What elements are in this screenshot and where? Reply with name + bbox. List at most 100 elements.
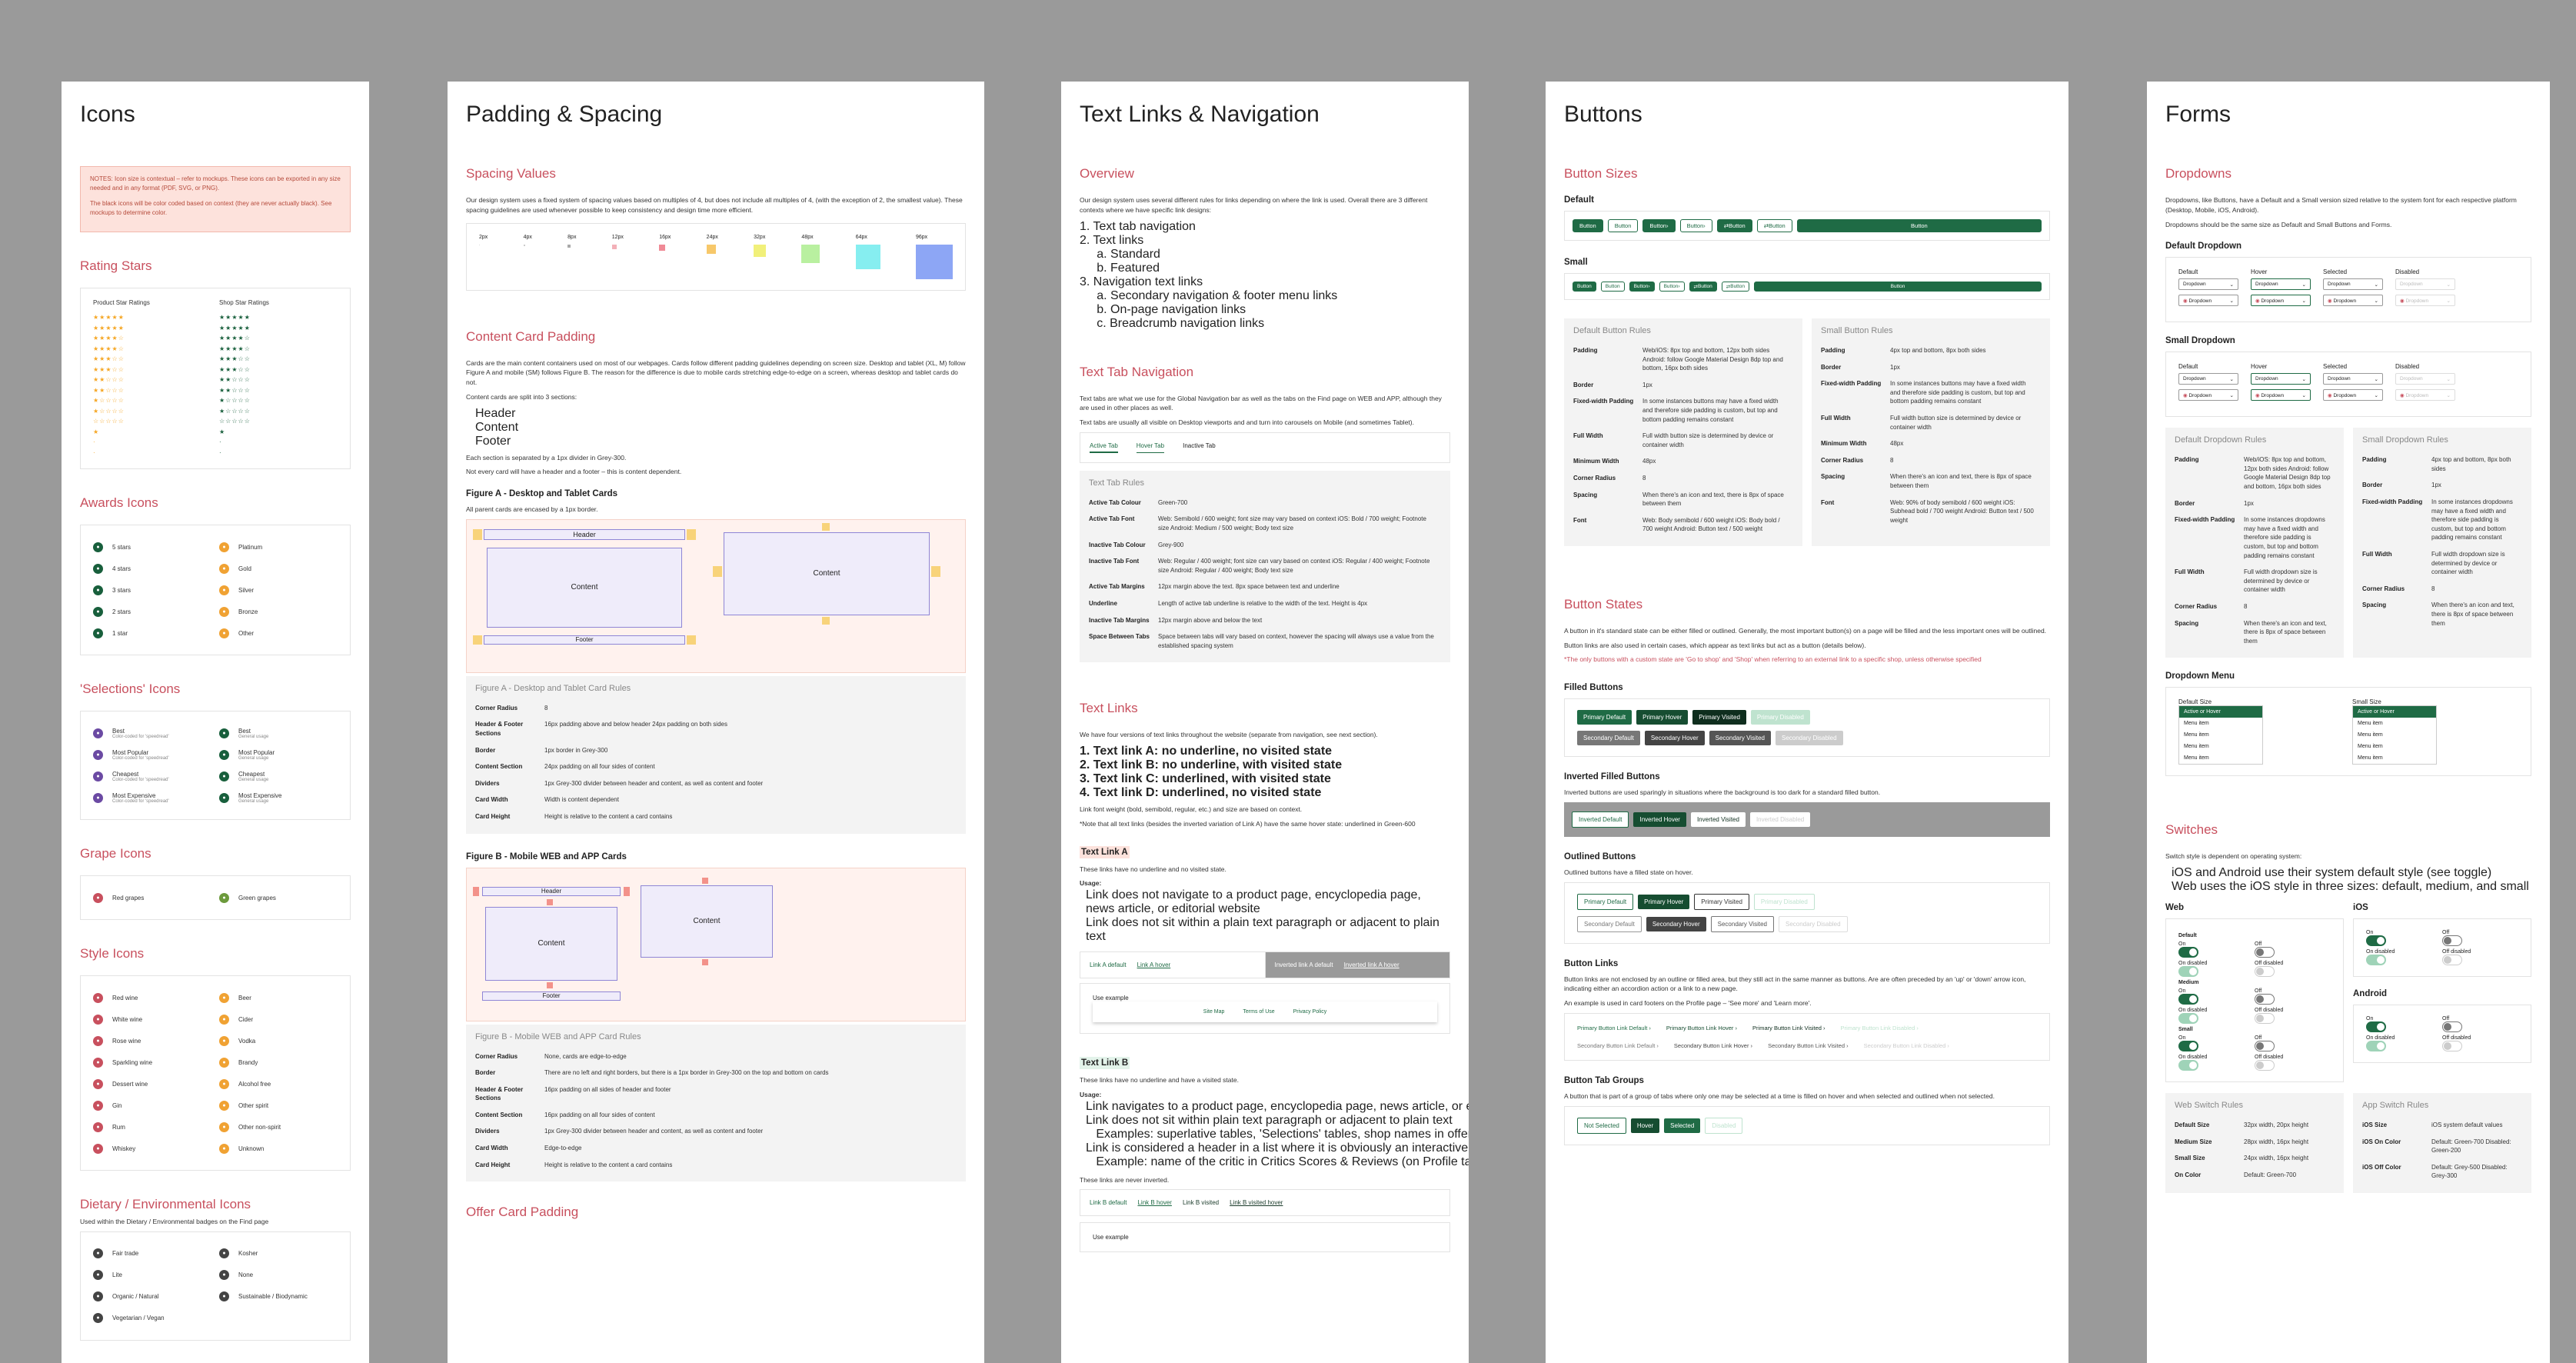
dropdown-select[interactable]: Dropdown ⌄ (2323, 373, 2383, 385)
sample-button[interactable]: ⇄ Button (1689, 282, 1717, 292)
toggle-switch[interactable] (2255, 966, 2275, 978)
button-link[interactable]: Secondary Button Link Default › (1577, 1042, 1659, 1049)
dropdown-select[interactable]: Dropdown ⌄ (2395, 278, 2455, 291)
sample-button[interactable]: Button (1573, 282, 1596, 292)
button-link[interactable]: Secondary Button Link Visited › (1768, 1042, 1849, 1049)
toggle-switch[interactable] (2366, 1041, 2386, 1052)
state-button[interactable]: Primary Hover (1636, 710, 1689, 725)
toggle-switch[interactable] (2178, 1041, 2198, 1052)
state-button[interactable]: Secondary Hover (1644, 731, 1705, 746)
dropdown-select[interactable]: ◉ Dropdown ⌄ (2178, 295, 2238, 307)
dropdown-select[interactable]: Dropdown ⌄ (2251, 373, 2311, 385)
dropdown-select[interactable]: ◉ Dropdown ⌄ (2251, 295, 2311, 307)
state-button[interactable]: Disabled (1705, 1117, 1743, 1134)
state-button[interactable]: Primary Visited (1692, 710, 1746, 725)
menu-item[interactable]: Menu item (2179, 718, 2262, 729)
menu-item[interactable]: Menu item (2353, 741, 2436, 752)
sample-button[interactable]: Button › (1629, 282, 1655, 292)
sample-button[interactable]: Button (1600, 282, 1625, 292)
link-a-hover[interactable]: Link A hover (1137, 961, 1171, 968)
state-button[interactable]: Inverted Default (1572, 811, 1629, 828)
state-button[interactable]: Primary Disabled (1753, 893, 1815, 910)
menu-item[interactable]: Menu item (2353, 718, 2436, 729)
sample-button[interactable]: Button › (1642, 219, 1676, 232)
full-width-button[interactable]: Button (1796, 219, 2042, 232)
menu-item[interactable]: Menu item (2353, 752, 2436, 764)
state-button[interactable]: Not Selected (1577, 1117, 1626, 1134)
sample-button[interactable]: Button › (1679, 219, 1712, 232)
toggle-switch[interactable] (2255, 1013, 2275, 1025)
full-width-button[interactable]: Button (1754, 282, 2042, 292)
dropdown-select[interactable]: Dropdown ⌄ (2395, 373, 2455, 385)
state-button[interactable]: Inverted Visited (1690, 811, 1746, 827)
sample-button[interactable]: Button (1573, 219, 1603, 232)
sample-button[interactable]: Button › (1659, 282, 1685, 292)
dropdown-select[interactable]: Dropdown ⌄ (2251, 278, 2311, 291)
menu-item[interactable]: Menu item (2179, 752, 2262, 764)
link-a-inverted-default[interactable]: Inverted link A default (1275, 961, 1333, 968)
sample-button[interactable]: ⇄ Button (1721, 282, 1750, 292)
state-button[interactable]: Primary Default (1577, 893, 1634, 910)
menu-item[interactable]: Active or Hover (2179, 706, 2262, 718)
state-button[interactable]: Primary Disabled (1750, 710, 1810, 725)
sample-button[interactable]: ⇄ Button (1716, 219, 1752, 232)
state-button[interactable]: Secondary Default (1577, 731, 1640, 746)
toggle-switch[interactable] (2255, 994, 2275, 1005)
dropdown-select[interactable]: ◉ Dropdown ⌄ (2395, 295, 2455, 307)
link-b-hover[interactable]: Link B hover (1137, 1199, 1171, 1206)
dropdown-select[interactable]: Dropdown ⌄ (2323, 278, 2383, 291)
state-button[interactable]: Secondary Hover (1646, 916, 1706, 931)
state-button[interactable]: Secondary Disabled (1775, 731, 1843, 746)
sample-button[interactable]: Button (1607, 219, 1639, 232)
link-a-default[interactable]: Link A default (1090, 961, 1127, 968)
footer-link[interactable]: Site Map (1203, 1009, 1225, 1015)
state-button[interactable]: Inverted Hover (1633, 811, 1686, 827)
toggle-switch[interactable] (2255, 947, 2275, 958)
button-link[interactable]: Primary Button Link Default › (1577, 1025, 1651, 1031)
menu-item[interactable]: Menu item (2179, 729, 2262, 741)
dropdown-select[interactable]: ◉ Dropdown ⌄ (2323, 389, 2383, 402)
state-button[interactable]: Secondary Default (1577, 915, 1642, 932)
toggle-switch[interactable] (2178, 994, 2198, 1005)
toggle-switch[interactable] (2255, 1060, 2275, 1071)
state-button[interactable]: Secondary Disabled (1778, 915, 1848, 932)
toggle-switch[interactable] (2178, 966, 2198, 978)
state-button[interactable]: Primary Hover (1638, 894, 1690, 909)
link-b-visited-hover[interactable]: Link B visited hover (1230, 1199, 1283, 1206)
dropdown-select[interactable]: Dropdown ⌄ (2178, 278, 2238, 291)
menu-item[interactable]: Menu item (2179, 741, 2262, 752)
footer-link[interactable]: Terms of Use (1243, 1009, 1274, 1015)
dropdown-select[interactable]: ◉ Dropdown ⌄ (2178, 389, 2238, 402)
button-link[interactable]: Primary Button Link Visited › (1752, 1025, 1825, 1031)
menu-item[interactable]: Active or Hover (2353, 706, 2436, 718)
toggle-switch[interactable] (2366, 935, 2386, 947)
toggle-switch[interactable] (2442, 955, 2462, 966)
state-button[interactable]: Secondary Visited (1709, 731, 1771, 746)
tab-active[interactable]: Active Tab (1090, 442, 1118, 453)
toggle-switch[interactable] (2366, 1021, 2386, 1033)
state-button[interactable]: Secondary Visited (1710, 915, 1774, 932)
menu-item[interactable]: Menu item (2353, 729, 2436, 741)
dropdown-select[interactable]: ◉ Dropdown ⌄ (2395, 389, 2455, 402)
dropdown-select[interactable]: ◉ Dropdown ⌄ (2251, 389, 2311, 402)
link-a-inverted-hover[interactable]: Inverted link A hover (1344, 961, 1399, 968)
state-button[interactable]: Hover (1630, 1118, 1660, 1133)
toggle-switch[interactable] (2255, 1041, 2275, 1052)
link-b-visited[interactable]: Link B visited (1183, 1199, 1219, 1206)
toggle-switch[interactable] (2442, 935, 2462, 947)
state-button[interactable]: Primary Visited (1694, 893, 1749, 910)
link-b-default[interactable]: Link B default (1090, 1199, 1127, 1206)
toggle-switch[interactable] (2366, 955, 2386, 966)
dropdown-select[interactable]: ◉ Dropdown ⌄ (2323, 295, 2383, 307)
button-link[interactable]: Primary Button Link Disabled › (1841, 1025, 1919, 1031)
toggle-switch[interactable] (2178, 947, 2198, 958)
dropdown-select[interactable]: Dropdown ⌄ (2178, 373, 2238, 385)
state-button[interactable]: Inverted Disabled (1749, 811, 1811, 827)
tab-inactive[interactable]: Inactive Tab (1183, 442, 1216, 453)
state-button[interactable]: Primary Default (1577, 710, 1632, 725)
tab-hover[interactable]: Hover Tab (1136, 442, 1165, 453)
button-link[interactable]: Primary Button Link Hover › (1666, 1025, 1737, 1031)
toggle-switch[interactable] (2442, 1021, 2462, 1033)
button-link[interactable]: Secondary Button Link Hover › (1674, 1042, 1752, 1049)
toggle-switch[interactable] (2442, 1041, 2462, 1052)
